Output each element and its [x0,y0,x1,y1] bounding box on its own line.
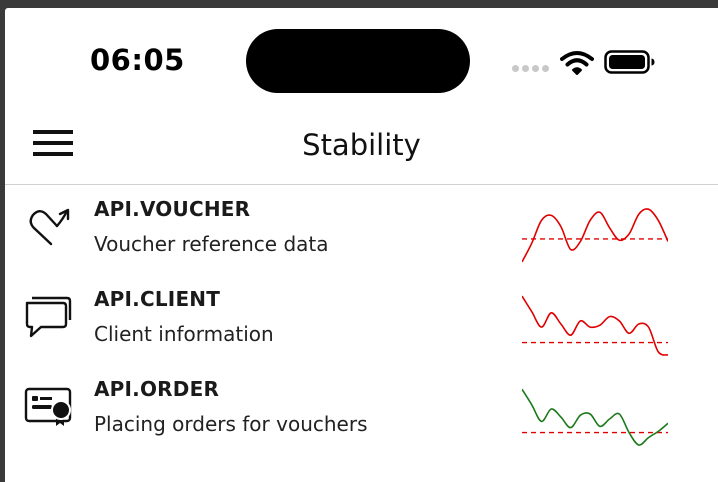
dynamic-island [246,29,470,93]
stability-sparkline [522,388,668,446]
status-bar: 06:05 [5,8,718,108]
stability-sparkline [522,295,668,356]
certificate-card-icon [24,387,72,426]
battery-icon [604,50,655,74]
wifi-icon [560,51,594,75]
service-description: Client information [94,322,274,346]
service-description: Voucher reference data [94,232,329,256]
service-row-order[interactable]: API.ORDER Placing orders for vouchers [5,365,718,455]
phone-screen: 06:05 Stability API.VOUCHER Voucher refe… [5,8,718,482]
redo-arrow-icon [29,208,70,246]
navigation-bar: Stability [5,108,718,185]
service-name: API.VOUCHER [94,197,251,221]
status-time: 06:05 [90,43,185,77]
page-title: Stability [302,128,421,162]
service-row-client[interactable]: API.CLIENT Client information [5,275,718,365]
service-name: API.CLIENT [94,287,221,311]
trend-line [522,208,668,263]
service-row-voucher[interactable]: API.VOUCHER Voucher reference data [5,185,718,275]
service-description: Placing orders for vouchers [94,412,368,436]
stability-sparkline [522,208,668,263]
service-name: API.ORDER [94,377,220,401]
trend-line [522,388,668,446]
trend-line [522,295,668,356]
cellular-signal-icon [512,65,549,72]
chat-bubbles-icon [25,296,72,338]
